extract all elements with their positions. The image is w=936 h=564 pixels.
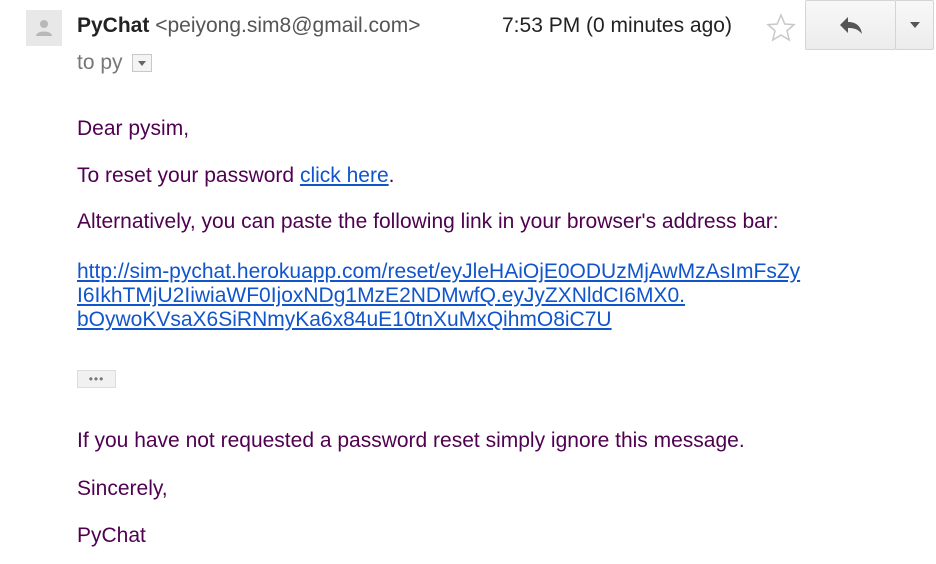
reset-url-link[interactable]: http://sim-pychat.herokuapp.com/reset/ey… xyxy=(77,260,800,332)
reset-url-line: I6IkhTMjU2IiwiaWF0IjoxNDg1MzE2NDMwfQ.eyJ… xyxy=(77,284,685,307)
closing: Sincerely, xyxy=(77,477,168,500)
recipient-text: to py xyxy=(77,51,123,74)
reset-url-line: http://sim-pychat.herokuapp.com/reset/ey… xyxy=(77,260,801,283)
star-outline-icon xyxy=(766,13,796,42)
caret-down-icon xyxy=(137,60,146,66)
reset-instruction: To reset your password click here. xyxy=(77,163,394,189)
recipient-details-button[interactable] xyxy=(131,54,152,72)
reply-button[interactable] xyxy=(805,0,896,50)
show-trimmed-content-button[interactable]: ••• xyxy=(77,370,116,388)
reset-url-line: bOywoKVsaX6SiRNmyKa6x84uE10tnXuMxQihmO8i… xyxy=(77,308,612,331)
message-timestamp: 7:53 PM (0 minutes ago) xyxy=(502,14,732,37)
greeting: Dear pysim, xyxy=(77,117,190,140)
more-actions-button[interactable] xyxy=(895,0,934,50)
reset-suffix: . xyxy=(388,164,395,187)
person-icon xyxy=(36,20,52,36)
sender-line: PyChat <peiyong.sim8@gmail.com> xyxy=(77,12,420,40)
sender-name[interactable]: PyChat xyxy=(77,14,149,37)
caret-down-icon xyxy=(909,22,920,28)
reset-password-link[interactable]: click here xyxy=(300,164,389,187)
ignore-notice: If you have not requested a password res… xyxy=(77,429,745,452)
sender-avatar[interactable] xyxy=(26,10,62,46)
signature: PyChat xyxy=(77,524,146,547)
reply-arrow-icon xyxy=(839,17,862,34)
reset-prefix: To reset your password xyxy=(77,164,300,187)
alternative-instruction: Alternatively, you can paste the followi… xyxy=(77,210,779,233)
sender-email: <peiyong.sim8@gmail.com> xyxy=(155,14,421,37)
recipient-line: to py xyxy=(77,49,152,77)
star-button[interactable] xyxy=(765,12,797,44)
